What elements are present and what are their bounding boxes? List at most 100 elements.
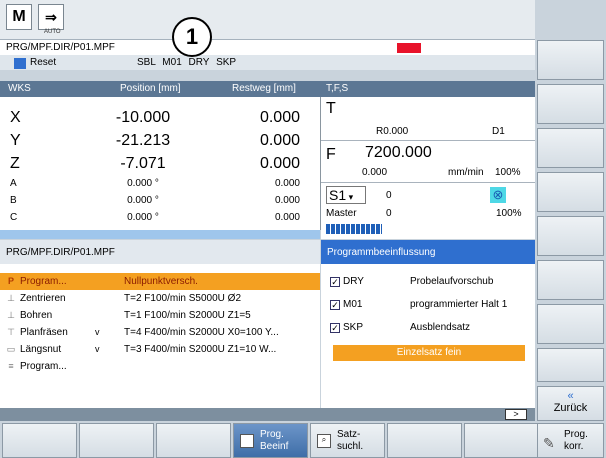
program-row[interactable]: ⊤ Planfräsen v T=4 F400/min S2000U X0=10… bbox=[0, 324, 320, 341]
feed-value: 7200.000 bbox=[365, 144, 432, 161]
program-step-desc: T=3 F400/min S2000U Z1=10 W... bbox=[124, 344, 277, 355]
axis-name: C bbox=[10, 212, 18, 223]
single-block-fine-option[interactable]: Einzelsatz fein bbox=[333, 345, 525, 361]
spindle-override: 100% bbox=[496, 208, 522, 219]
right-softkey-6[interactable] bbox=[537, 260, 604, 300]
tool-radius: R0.000 bbox=[376, 126, 409, 137]
program-row[interactable]: P Program... Nullpunktversch. bbox=[0, 273, 320, 290]
axis-position: 0.000 ° bbox=[127, 195, 159, 206]
option-code: DRY bbox=[343, 276, 364, 287]
reset-status-icon bbox=[14, 58, 26, 69]
axis-rest: 0.000 bbox=[259, 132, 300, 149]
auto-mode-icon[interactable]: ⇒ bbox=[38, 4, 64, 30]
axis-table-footer-bar bbox=[0, 230, 320, 239]
machine-mode-icon[interactable]: M bbox=[6, 4, 32, 30]
bottom-softkey-2[interactable] bbox=[79, 423, 154, 458]
axis-name: A bbox=[10, 178, 17, 189]
axis-table: X -10.000 0.000 Y -21.213 0.000 Z -7.071… bbox=[0, 97, 320, 230]
spindle-master-label: Master bbox=[326, 208, 357, 219]
checkbox-checked-icon[interactable]: ✓ bbox=[330, 300, 340, 310]
wks-title: WKS bbox=[8, 83, 31, 94]
expand-marker: v bbox=[95, 344, 100, 354]
dry-run-option[interactable]: ✓ DRY bbox=[330, 276, 364, 287]
back-button[interactable]: « Zurück bbox=[537, 386, 604, 421]
status-footer bbox=[0, 408, 535, 421]
program-row[interactable]: ⊥ Bohren T=1 F100/min S2000U Z1=5 bbox=[0, 307, 320, 324]
skip-block-option[interactable]: ✓ SKP bbox=[330, 322, 363, 333]
bottom-softkey-1[interactable] bbox=[2, 423, 77, 458]
right-softkey-5[interactable] bbox=[537, 216, 604, 256]
axis-rest: 0.000 bbox=[274, 212, 300, 223]
drilling-icon: ⊥ bbox=[7, 310, 15, 320]
option-code: M01 bbox=[343, 299, 363, 310]
option-description: Probelaufvorschub bbox=[410, 276, 494, 287]
right-softkey-2[interactable] bbox=[537, 84, 604, 124]
axis-position: -7.071 bbox=[120, 155, 166, 172]
axis-position: 0.000 ° bbox=[127, 212, 159, 223]
program-step-desc: T=2 F100/min S5000U Ø2 bbox=[124, 293, 242, 304]
spindle-select[interactable]: S1 ▾ bbox=[326, 186, 366, 204]
centering-icon: ⊥ bbox=[7, 293, 15, 303]
right-softkey-4[interactable] bbox=[537, 172, 604, 212]
edit-pencil-icon: ✎ bbox=[543, 435, 555, 451]
right-softkey-3[interactable] bbox=[537, 128, 604, 168]
more-button[interactable]: > bbox=[505, 409, 527, 420]
program-step-name: Zentrieren bbox=[20, 293, 66, 304]
top-bar bbox=[0, 0, 535, 40]
axis-rest: 0.000 bbox=[259, 155, 300, 172]
spindle-master-value: 0 bbox=[386, 208, 392, 219]
axis-name: Z bbox=[10, 155, 20, 172]
back-button-label: Zurück bbox=[553, 402, 588, 414]
prog-influence-label: Prog. Beeinf bbox=[260, 429, 289, 452]
option-code: SKP bbox=[343, 322, 364, 333]
axis-position: -10.000 bbox=[115, 109, 171, 126]
program-step-desc: T=1 F100/min S2000U Z1=5 bbox=[124, 310, 251, 321]
spindle-select-value: S1 bbox=[329, 187, 347, 203]
program-step-desc: T=4 F400/min S2000U X0=100 Y... bbox=[124, 327, 279, 338]
right-softkey-7[interactable] bbox=[537, 304, 604, 344]
feed-override: 100% bbox=[495, 167, 521, 178]
prog-correct-softkey[interactable]: ✎ Prog. korr. bbox=[537, 423, 604, 458]
feed-unit: mm/min bbox=[448, 167, 484, 178]
program-header-icon: P bbox=[7, 276, 14, 286]
program-row[interactable]: ▭ Längsnut v T=3 F400/min S2000U Z1=10 W… bbox=[0, 341, 320, 358]
program-row[interactable]: ⊥ Zentrieren T=2 F100/min S5000U Ø2 bbox=[0, 290, 320, 307]
feed-label: F bbox=[326, 146, 336, 163]
right-softkey-8[interactable] bbox=[537, 348, 604, 382]
bottom-softkey-6[interactable] bbox=[387, 423, 462, 458]
reset-status-text: Reset bbox=[30, 57, 57, 68]
program-modes-text: SBL M01 DRY SKP bbox=[137, 57, 237, 68]
program-step-name: Program... bbox=[20, 361, 67, 372]
bottom-softkey-3[interactable] bbox=[156, 423, 231, 458]
program-path: PRG/MPF.DIR/P01.MPF bbox=[0, 40, 535, 55]
checkbox-checked-icon[interactable]: ✓ bbox=[330, 277, 340, 287]
alarm-indicator bbox=[397, 43, 421, 53]
axis-rest: 0.000 bbox=[274, 178, 300, 189]
axis-name: X bbox=[10, 109, 21, 126]
position-column-header: Position [mm] bbox=[120, 83, 181, 94]
auto-mode-label: AUTO bbox=[44, 29, 61, 35]
optional-stop-option[interactable]: ✓ M01 bbox=[330, 299, 362, 310]
axis-rest: 0.000 bbox=[274, 195, 300, 206]
right-softkey-1[interactable] bbox=[537, 40, 604, 80]
expand-marker: v bbox=[95, 327, 100, 337]
program-row[interactable]: ≡ Program... bbox=[0, 358, 320, 375]
program-step-name: Bohren bbox=[20, 310, 53, 321]
program-influence-icon: ≡ bbox=[240, 434, 254, 448]
axis-position: 0.000 ° bbox=[127, 178, 159, 189]
block-search-label: Satz- suchl. bbox=[337, 429, 364, 452]
program-step-name: Längsnut bbox=[20, 344, 62, 355]
prog-influence-softkey[interactable]: ≡ Prog. Beeinf bbox=[233, 423, 308, 458]
checkbox-checked-icon[interactable]: ✓ bbox=[330, 323, 340, 333]
spindle-stopped-icon: ⊗ bbox=[490, 187, 506, 203]
longitudinal-slot-icon: ▭ bbox=[6, 344, 16, 354]
program-control-header: Programmbeeinflussung bbox=[321, 240, 535, 264]
tfs-header: T,F,S bbox=[320, 81, 535, 97]
bottom-softkey-7[interactable] bbox=[464, 423, 539, 458]
channel-status-bar bbox=[0, 55, 535, 70]
option-description: Ausblendsatz bbox=[410, 322, 471, 333]
axis-rest: 0.000 bbox=[259, 109, 300, 126]
machine-mode-letter: M bbox=[12, 8, 26, 25]
spindle-speed: 0 bbox=[386, 190, 392, 201]
block-search-softkey[interactable]: ⌕ Satz- suchl. bbox=[310, 423, 385, 458]
